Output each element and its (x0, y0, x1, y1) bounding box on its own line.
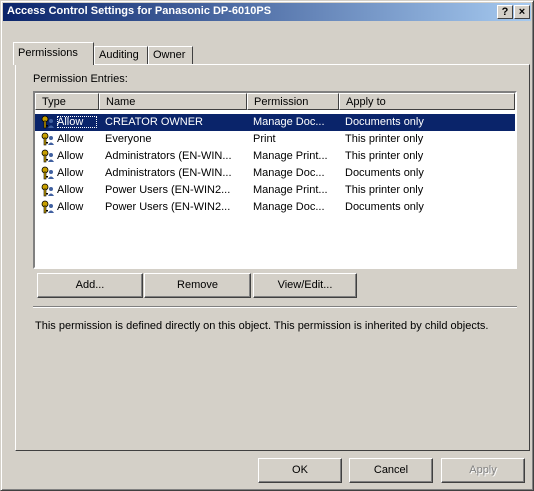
remove-button[interactable]: Remove (144, 273, 251, 298)
view-edit-button[interactable]: View/Edit... (253, 273, 357, 298)
cell-apply-to: Documents only (345, 167, 424, 179)
permission-row[interactable]: Allow Power Users (EN-WIN2... Manage Doc..… (35, 199, 515, 216)
cell-type: Allow (57, 201, 84, 213)
permission-row[interactable]: Allow Administrators (EN-WIN... Manage Doc… (35, 165, 515, 182)
remove-button-label: Remove (177, 279, 218, 291)
permission-info-text: This permission is defined directly on t… (35, 320, 489, 332)
cell-name: Administrators (EN-WIN... (105, 167, 232, 179)
cancel-button-label: Cancel (373, 464, 409, 476)
cell-apply-to: This printer only (345, 184, 424, 196)
cell-name: Power Users (EN-WIN2... (105, 184, 231, 196)
cell-permission: Manage Print... (253, 184, 328, 196)
tab-auditing[interactable]: Auditing (94, 46, 148, 64)
add-button[interactable]: Add... (37, 273, 143, 298)
cell-type: Allow (57, 167, 84, 179)
column-header-name[interactable]: Name (99, 93, 247, 110)
cell-name: Administrators (EN-WIN... (105, 150, 232, 162)
key-user-icon (41, 115, 54, 129)
key-user-icon (41, 183, 54, 197)
permission-row[interactable]: Allow Everyone Print This printer only (35, 131, 515, 148)
cell-type: Allow (57, 116, 97, 128)
cell-type: Allow (57, 150, 84, 162)
cell-name: Everyone (105, 133, 152, 145)
help-button[interactable]: ? (497, 5, 513, 19)
cell-permission: Manage Doc... (253, 167, 325, 179)
cell-apply-to: This printer only (345, 133, 424, 145)
view-edit-button-label: View/Edit... (277, 279, 333, 291)
column-header-permission[interactable]: Permission (247, 93, 339, 110)
cell-apply-to: This printer only (345, 150, 424, 162)
tab-owner[interactable]: Owner (148, 46, 193, 64)
cell-permission: Manage Doc... (253, 116, 325, 128)
key-user-icon (41, 200, 54, 214)
window-title: Access Control Settings for Panasonic DP… (7, 5, 272, 17)
title-bar[interactable]: Access Control Settings for Panasonic DP… (3, 3, 531, 21)
cell-type: Allow (57, 184, 84, 196)
ok-button[interactable]: OK (258, 458, 342, 483)
apply-button-label: Apply (469, 464, 497, 476)
separator (33, 306, 517, 308)
cell-permission: Manage Doc... (253, 201, 325, 213)
ok-button-label: OK (292, 464, 308, 476)
cell-apply-to: Documents only (345, 201, 424, 213)
access-control-dialog: Access Control Settings for Panasonic DP… (0, 0, 534, 491)
add-button-label: Add... (75, 279, 105, 291)
close-button[interactable]: × (514, 5, 530, 19)
permission-entries-list[interactable]: Type Name Permission Apply to Allow CREAT… (33, 91, 517, 269)
column-header-type[interactable]: Type (35, 93, 99, 110)
cell-type: Allow (57, 133, 84, 145)
apply-button[interactable]: Apply (441, 458, 525, 483)
cell-apply-to: Documents only (345, 116, 424, 128)
cancel-button[interactable]: Cancel (349, 458, 433, 483)
key-user-icon (41, 149, 54, 163)
cell-name: Power Users (EN-WIN2... (105, 201, 231, 213)
cell-permission: Print (253, 133, 276, 145)
cell-permission: Manage Print... (253, 150, 328, 162)
key-user-icon (41, 166, 54, 180)
permission-entries-label: Permission Entries: (33, 73, 128, 85)
key-user-icon (41, 132, 54, 146)
permission-row[interactable]: Allow Power Users (EN-WIN2... Manage Print… (35, 182, 515, 199)
tab-permissions[interactable]: Permissions (13, 42, 94, 65)
permission-row[interactable]: Allow Administrators (EN-WIN... Manage Pri… (35, 148, 515, 165)
permission-row[interactable]: Allow CREATOR OWNER Manage Doc... Documents… (35, 114, 515, 131)
cell-name: CREATOR OWNER (105, 116, 203, 128)
column-header-apply-to[interactable]: Apply to (339, 93, 515, 110)
